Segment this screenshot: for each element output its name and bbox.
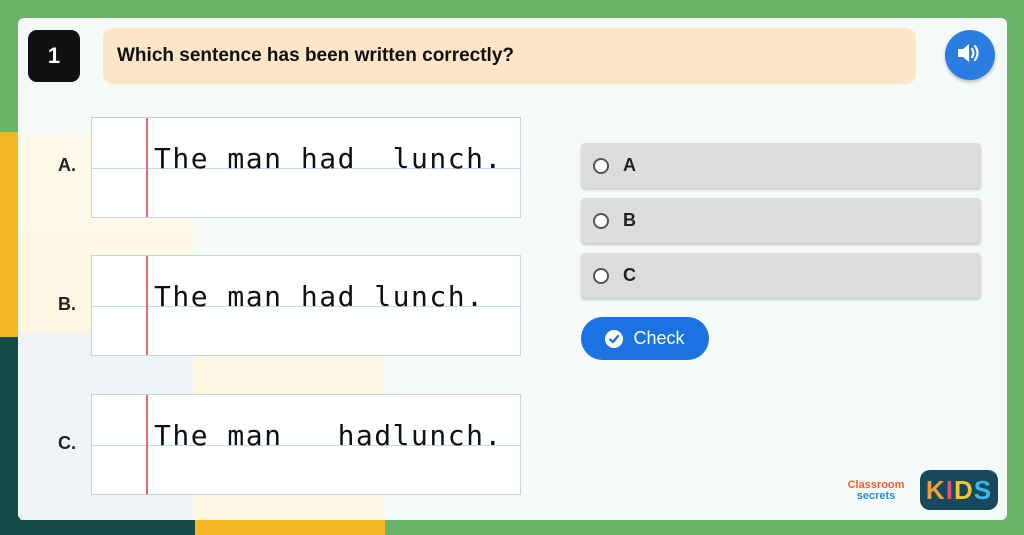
paper-margin-line (146, 395, 148, 494)
kids-letter: S (973, 474, 993, 505)
radio-button[interactable] (593, 157, 609, 174)
question-panel: 1 Which sentence has been written correc… (18, 18, 1007, 520)
kids-letter: K (925, 474, 946, 505)
paper-margin-line (146, 118, 148, 217)
background-dark-strip (0, 520, 195, 535)
option-sentence-c: The man hadlunch. (154, 419, 503, 452)
option-letter-c: C. (58, 433, 76, 453)
option-card-a: The man had lunch. (91, 117, 521, 218)
kids-letter: I (945, 474, 954, 505)
option-card-b: The man had lunch. (91, 255, 521, 356)
radio-button[interactable] (593, 212, 609, 229)
background-yellow-strip (195, 520, 385, 535)
answer-choice-c[interactable]: C (581, 253, 981, 298)
logo-text-secrets: secrets (856, 490, 896, 502)
option-letter-a: A. (58, 155, 76, 175)
kids-letter: D (953, 474, 974, 505)
answer-label: C (623, 265, 636, 285)
kids-logo: K I D S (920, 470, 998, 510)
check-circle-icon (605, 329, 624, 348)
answer-choice-b[interactable]: B (581, 198, 981, 243)
option-letter-b: B. (58, 294, 76, 314)
answer-choice-a[interactable]: A (581, 143, 981, 188)
question-text: Which sentence has been written correctl… (103, 28, 916, 84)
answer-label: A (623, 155, 636, 175)
radio-button[interactable] (593, 267, 609, 284)
classroom-secrets-logo: Classroom secrets (840, 476, 912, 506)
paper-margin-line (146, 256, 148, 355)
option-sentence-a: The man had lunch. (154, 142, 503, 175)
option-sentence-b: The man had lunch. (154, 280, 485, 313)
option-card-c: The man hadlunch. (91, 394, 521, 495)
check-button[interactable]: Check (581, 317, 709, 360)
check-button-label: Check (633, 328, 685, 348)
question-number: 1 (28, 30, 80, 82)
audio-button[interactable] (945, 30, 995, 80)
answer-label: B (623, 210, 636, 230)
background-yellow-block (0, 132, 20, 337)
background-dark-block (0, 337, 20, 535)
speaker-icon (956, 42, 984, 69)
